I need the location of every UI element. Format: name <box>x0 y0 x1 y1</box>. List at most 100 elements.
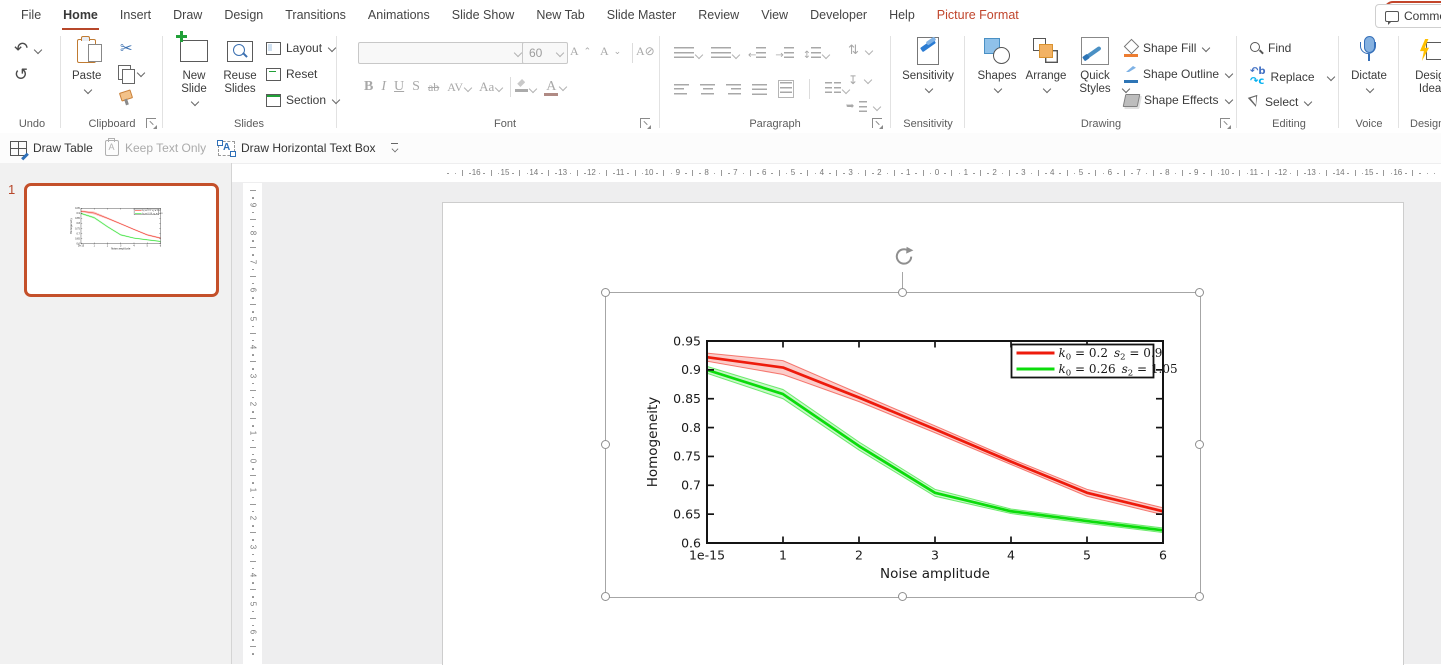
tab-design[interactable]: Design <box>213 0 274 31</box>
tab-file[interactable]: File <box>10 0 52 31</box>
shape-effects-button[interactable]: Shape Effects <box>1122 93 1233 107</box>
draw-horizontal-text-box-button[interactable]: Draw Horizontal Text Box <box>217 133 376 163</box>
menu-tabs: File Home Insert Draw Design Transitions Anima… <box>0 0 1441 31</box>
slide-thumbnail[interactable]: 0.6 0.65 0.7 0.75 0.8 0.85 0.9 0.95 1e-15 1 2 3 4 5 6 N… <box>24 183 219 297</box>
drawing-group: Shapes Arrange Quick Styles Shape Fill S… <box>966 31 1236 133</box>
svg-text:0.75: 0.75 <box>75 227 80 230</box>
section-button[interactable]: Section <box>266 93 341 107</box>
keep-text-only-icon <box>105 138 119 156</box>
sensitivity-group-label: Sensitivity <box>903 118 953 130</box>
svg-text:0.8: 0.8 <box>76 222 80 225</box>
paragraph-group: ← → ↕ ⇅ ↧ ➥ Paragraph <box>662 31 888 133</box>
undo-icon: ↶ <box>14 39 29 59</box>
selection-bounding-box <box>605 292 1201 598</box>
shapes-button[interactable]: Shapes <box>974 35 1020 94</box>
select-button[interactable]: Select <box>1250 95 1313 109</box>
selection-handle-ne[interactable] <box>1194 287 1204 297</box>
draw-toolbar: Draw Table Keep Text Only Draw Horizonta… <box>0 133 1441 164</box>
selection-handle-se[interactable] <box>1194 591 1204 601</box>
increase-indent-icon: → <box>775 50 784 61</box>
smartart-icon: ➥ <box>846 101 855 112</box>
keep-text-only-button: Keep Text Only <box>105 133 206 163</box>
layout-button[interactable]: Layout <box>266 41 337 55</box>
cut-button[interactable]: ✂ <box>120 39 133 57</box>
paragraph-dialog-launcher[interactable] <box>872 118 883 129</box>
replace-button[interactable]: ↶b ↷c Replace <box>1250 67 1335 87</box>
comments-button[interactable]: Comments <box>1375 4 1441 28</box>
font-group: 60 A ⌃ A ⌄ A⊘ B I U S ab AV Aa A Font <box>352 31 658 133</box>
tab-animations[interactable]: Animations <box>357 0 441 31</box>
tab-help[interactable]: Help <box>878 0 926 31</box>
font-size-value: 60 <box>529 46 543 60</box>
tab-transitions[interactable]: Transitions <box>274 0 357 31</box>
arrange-icon <box>1033 38 1059 64</box>
draw-table-button[interactable]: Draw Table <box>10 133 93 163</box>
tab-view[interactable]: View <box>750 0 799 31</box>
text-shadow-button: S <box>412 79 420 94</box>
tab-picture-format[interactable]: Picture Format <box>926 0 1030 31</box>
paste-button[interactable]: Paste <box>72 35 103 95</box>
tab-developer[interactable]: Developer <box>799 0 878 31</box>
decrease-indent-button: ← <box>748 47 767 61</box>
svg-text:2: 2 <box>107 245 109 248</box>
format-painter-button[interactable] <box>119 91 133 105</box>
selection-handle-s[interactable] <box>898 591 907 601</box>
undo-button[interactable]: ↶ <box>14 39 43 59</box>
x-axis-label: Noise amplitude <box>111 248 131 251</box>
character-spacing-label: AV <box>447 79 464 94</box>
replace-label: Replace <box>1270 70 1315 84</box>
distribute-button <box>778 80 794 98</box>
shape-effects-label: Shape Effects <box>1144 93 1219 107</box>
copy-button[interactable] <box>118 65 146 84</box>
drawing-dialog-launcher[interactable] <box>1220 118 1231 129</box>
voice-group-label: Voice <box>1355 118 1383 130</box>
undo-group: ↶ ↺ Undo <box>6 31 58 133</box>
comment-icon <box>1385 10 1399 25</box>
find-button[interactable]: Find <box>1250 41 1291 55</box>
tab-draw[interactable]: Draw <box>162 0 213 31</box>
tab-home[interactable]: Home <box>52 0 109 31</box>
new-slide-button[interactable]: New Slide <box>172 31 216 107</box>
design-ideas-button[interactable]: Design Ideas <box>1406 35 1441 96</box>
quick-styles-button[interactable]: Quick Styles <box>1072 35 1131 95</box>
overflow-chevron-icon <box>390 143 400 153</box>
selection-handle-sw[interactable] <box>600 591 610 601</box>
dictate-button[interactable]: Dictate <box>1346 35 1392 94</box>
svg-text:1: 1 <box>94 245 96 248</box>
align-right-button <box>726 83 741 95</box>
shape-fill-icon <box>1124 41 1138 57</box>
bold-button: B <box>364 79 374 94</box>
slides-group-label: Slides <box>234 118 264 130</box>
selection-handle-w[interactable] <box>600 439 610 449</box>
font-dialog-launcher[interactable] <box>640 118 651 129</box>
series-line-0 <box>80 210 161 239</box>
paste-icon <box>77 36 103 63</box>
redo-button[interactable]: ↺ <box>14 67 28 84</box>
clipboard-dialog-launcher[interactable] <box>146 118 157 129</box>
tab-slide-master[interactable]: Slide Master <box>596 0 687 31</box>
undo-group-label: Undo <box>18 118 46 130</box>
rotate-handle-icon[interactable] <box>893 246 915 268</box>
ribbon: ↶ ↺ Undo Paste ✂ Clipboard New Slide Reu… <box>0 31 1441 134</box>
font-name-combobox <box>358 42 526 64</box>
arrange-button[interactable]: Arrange <box>1022 35 1070 94</box>
shape-fill-button[interactable]: Shape Fill <box>1124 41 1211 57</box>
section-icon <box>266 93 281 107</box>
selection-handle-e[interactable] <box>1194 439 1204 449</box>
shape-effects-icon <box>1122 93 1141 107</box>
reset-button[interactable]: Reset <box>266 67 317 81</box>
tab-review[interactable]: Review <box>687 0 750 31</box>
sensitivity-label: Sensitivity <box>902 70 954 82</box>
selection-handle-nw[interactable] <box>600 287 610 297</box>
tab-insert[interactable]: Insert <box>109 0 162 31</box>
find-label: Find <box>1268 41 1292 55</box>
slide-number: 1 <box>8 182 16 197</box>
select-label: Select <box>1265 95 1299 109</box>
shape-outline-button[interactable]: Shape Outline <box>1124 67 1234 83</box>
tab-slide-show[interactable]: Slide Show <box>441 0 526 31</box>
toolbar-overflow-button[interactable] <box>390 133 400 163</box>
tab-new-tab[interactable]: New Tab <box>525 0 595 31</box>
reuse-slides-button[interactable]: Reuse Slides <box>218 35 262 96</box>
selection-handle-n[interactable] <box>898 287 907 297</box>
sensitivity-button[interactable]: Sensitivity <box>896 35 960 94</box>
